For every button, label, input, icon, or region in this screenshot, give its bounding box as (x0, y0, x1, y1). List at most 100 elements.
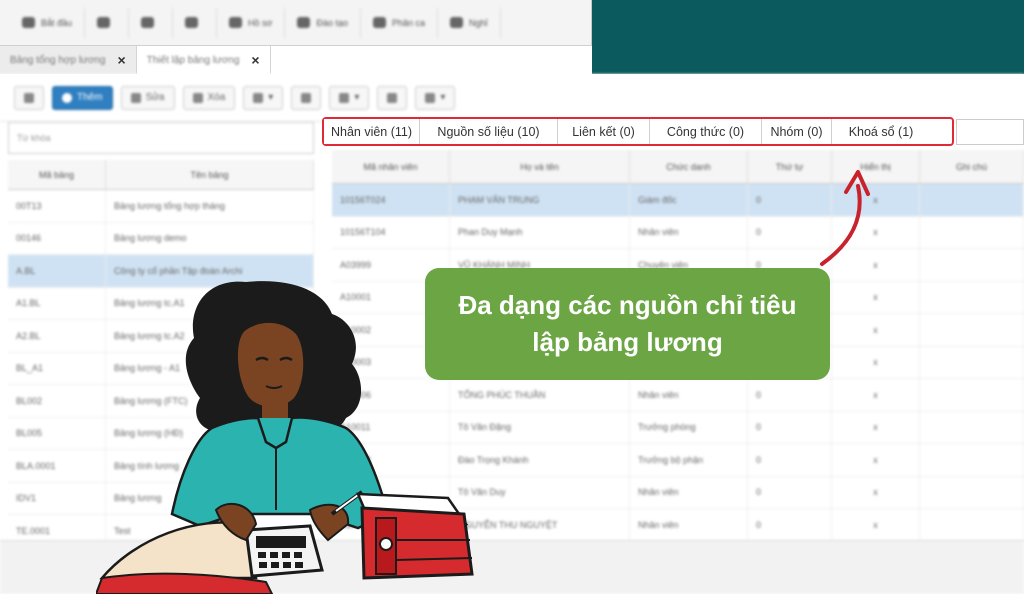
cell-code: A.BL (8, 255, 106, 287)
menu-dropdown-button[interactable]: ▾ (243, 85, 284, 110)
cell-note (920, 346, 1024, 378)
cell-show: x (832, 346, 920, 378)
pencil-icon (130, 92, 141, 103)
plus-icon (62, 92, 72, 103)
topmenu-label: Nghỉ (469, 17, 488, 28)
cell-show: x (832, 411, 920, 443)
cell-order: 0 (748, 476, 832, 508)
print-button[interactable] (377, 85, 408, 110)
topmenu-item[interactable]: Nghỉ (438, 7, 501, 38)
binoculars-button[interactable] (14, 85, 44, 110)
cell-show: x (832, 509, 920, 541)
cell-code: BL005 (8, 417, 106, 449)
search-input[interactable]: Từ khóa (8, 122, 314, 154)
grid-column-header[interactable]: Chức danh (630, 150, 748, 183)
grid-column-header[interactable]: Họ và tên (450, 150, 630, 183)
cell-order: 0 (748, 509, 832, 541)
column-header-name[interactable]: Tên bảng (106, 160, 314, 189)
tab-label: Thiết lập bảng lương (146, 54, 240, 66)
cell-show: x (832, 476, 920, 508)
topmenu-item[interactable]: Phân ca (361, 7, 439, 38)
topmenu-item[interactable] (129, 7, 174, 38)
topmenu-item[interactable]: Đào tạo (285, 7, 361, 38)
cell-code: IDV1 (8, 482, 106, 514)
cell-name: Bảng lương demo (106, 222, 314, 254)
globe-icon (97, 17, 111, 28)
cell-name: Bảng lương tổng hợp tháng (106, 190, 314, 222)
card-icon (450, 17, 464, 28)
cell-order: 0 (748, 411, 832, 443)
cell-title: Trưởng bộ phận (630, 444, 748, 476)
cell-name: Phan Duy Mạnh (450, 216, 630, 248)
cell-title: Nhân viên (630, 379, 748, 411)
topmenu-item[interactable] (85, 7, 130, 38)
view-dropdown-button[interactable]: ▾ (329, 85, 370, 110)
cell-order: 0 (748, 444, 832, 476)
cell-note (920, 379, 1024, 411)
binoculars-icon (24, 92, 34, 103)
topmenu-item[interactable] (173, 7, 218, 38)
grid-column-header[interactable]: Ghi chú (920, 150, 1024, 183)
refresh-button[interactable] (291, 85, 322, 110)
cell-note (920, 411, 1024, 443)
cell-code: A1.BL (8, 287, 106, 319)
tab-payroll-setup[interactable]: Thiết lập bảng lương × (136, 46, 271, 74)
grid-column-header[interactable]: Mã nhân viên (332, 150, 450, 183)
topmenu-label: Hồ sơ (248, 17, 273, 28)
delete-button[interactable]: Xóa (182, 85, 236, 110)
cell-show: x (832, 444, 920, 476)
detail-tabs: Nhân viên (11) Nguồn số liệu (10) Liên kết… (322, 117, 954, 146)
cell-note (920, 314, 1024, 346)
printer-icon (387, 92, 398, 103)
list-item[interactable]: 00T13 Bảng lương tổng hợp tháng (8, 190, 314, 223)
detail-tab[interactable]: Nhóm (0) (762, 119, 832, 144)
cell-show: x (832, 281, 920, 313)
detail-tab[interactable]: Nguồn số liệu (10) (420, 119, 558, 144)
detail-tab[interactable]: Khoá sổ (1) (832, 119, 930, 144)
user-icon (229, 17, 243, 28)
cell-order: 0 (748, 379, 832, 411)
cell-title: Nhân viên (630, 476, 748, 508)
delete-label: Xóa (207, 92, 226, 103)
table-row[interactable]: 10156T024 PHẠM VĂN TRUNG Giám đốc 0 x (332, 184, 1024, 217)
topmenu-item[interactable]: Hồ sơ (217, 7, 286, 38)
share-dropdown-button[interactable]: ▾ (415, 85, 456, 110)
close-icon[interactable]: × (251, 52, 259, 68)
cell-note (920, 281, 1024, 313)
detail-tab[interactable]: Công thức (0) (650, 119, 762, 144)
cell-note (920, 184, 1024, 216)
cell-note (920, 216, 1024, 248)
chart-icon (185, 17, 199, 28)
topmenu-label: Bắt đầu (41, 17, 73, 28)
red-arrow-icon (820, 170, 870, 266)
cell-title: Nhân viên (630, 216, 748, 248)
tab-payroll-summary[interactable]: Bảng tổng hợp lương × (0, 46, 137, 74)
cell-title: Trưởng phòng (630, 411, 748, 443)
close-icon[interactable]: × (117, 52, 125, 68)
cell-code: BL002 (8, 385, 106, 417)
detail-tab[interactable]: Nhân viên (11) (324, 119, 420, 144)
top-menu-bar: Bắt đầu Hồ sơ Đào tạo Phân ca Nghỉ (0, 0, 592, 46)
cell-code: BL_A1 (8, 352, 106, 384)
flower-icon (22, 17, 35, 28)
calendar-icon (372, 17, 386, 28)
cell-note (920, 444, 1024, 476)
topmenu-item[interactable]: Bắt đầu (10, 7, 86, 38)
edit-button[interactable]: Sửa (120, 85, 175, 110)
add-button[interactable]: Thêm (52, 85, 113, 110)
edit-label: Sửa (145, 92, 165, 103)
column-header-code[interactable]: Mã bảng (8, 160, 106, 189)
cell-show: x (832, 314, 920, 346)
topmenu-label: Đào tạo (316, 17, 348, 28)
cell-code: A2.BL (8, 320, 106, 352)
detail-tab[interactable]: Liên kết (0) (558, 119, 650, 144)
list-item[interactable]: 00146 Bảng lương demo (8, 222, 314, 255)
cell-code: BLA.0001 (8, 450, 106, 482)
cell-title: Giám đốc (630, 184, 748, 216)
cell-id: 10156T024 (332, 184, 450, 216)
table-row[interactable]: 10156T104 Phan Duy Mạnh Nhân viên 0 x (332, 216, 1024, 249)
search-field[interactable] (956, 119, 1024, 145)
cell-note (920, 249, 1024, 281)
document-tabs: Bảng tổng hợp lương × Thiết lập bảng lươ… (0, 46, 1024, 74)
tab-label: Bảng tổng hợp lương (10, 54, 106, 66)
